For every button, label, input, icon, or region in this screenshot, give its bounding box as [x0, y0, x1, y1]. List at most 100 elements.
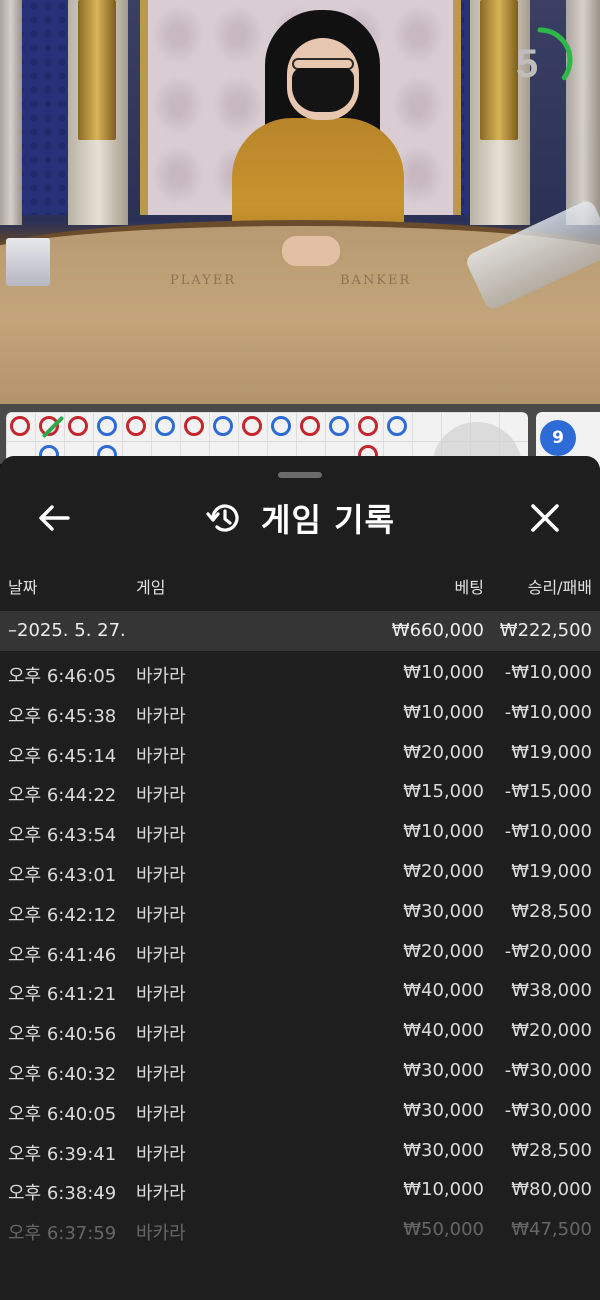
row-time: 오후 6:40:32 [8, 1063, 117, 1085]
row-game: 바카라 [136, 1183, 186, 1205]
row-result: ₩38,000 [511, 980, 592, 1002]
side-badge: 9 [540, 420, 576, 456]
row-game: 바카라 [136, 944, 186, 966]
sheet-title: 게임 기록 [261, 501, 395, 539]
row-time: 오후 6:41:46 [8, 944, 117, 966]
row-time: 오후 6:41:21 [8, 984, 117, 1006]
row-result: ₩19,000 [511, 860, 592, 882]
bead-banker [358, 416, 378, 436]
row-bet: ₩20,000 [403, 940, 484, 962]
countdown-seconds: 5 [515, 42, 539, 86]
close-button[interactable] [525, 498, 565, 538]
date-group-bet-total: ₩660,000 [391, 620, 484, 641]
row-game: 바카라 [136, 864, 186, 886]
row-bet: ₩10,000 [403, 1179, 484, 1201]
pillar-edge-left [0, 0, 22, 225]
row-bet: ₩30,000 [403, 900, 484, 922]
row-result: ₩19,000 [511, 741, 592, 763]
row-bet: ₩15,000 [403, 781, 484, 803]
row-result: -₩20,000 [504, 940, 592, 962]
row-result: ₩28,500 [511, 1139, 592, 1161]
bead-player [213, 416, 233, 436]
date-group-label: –2025. 5. 27. [8, 620, 126, 641]
bead-banker [300, 416, 320, 436]
row-time: 오후 6:44:22 [8, 785, 117, 807]
table-row[interactable]: 오후 6:42:12 바카라 ₩30,000 ₩28,500 [0, 892, 600, 932]
drag-handle[interactable] [278, 472, 322, 478]
row-result: ₩28,500 [511, 900, 592, 922]
sheet-header: 게임 기록 [0, 496, 600, 540]
table-row[interactable]: 오후 6:46:05 바카라 ₩10,000 -₩10,000 [0, 653, 600, 693]
bead-banker [184, 416, 204, 436]
row-result: -₩10,000 [504, 701, 592, 723]
row-result: -₩10,000 [504, 821, 592, 843]
row-game: 바카라 [136, 745, 186, 767]
bead-player [97, 416, 117, 436]
table-row[interactable]: 오후 6:43:01 바카라 ₩20,000 ₩19,000 [0, 852, 600, 892]
bead-banker [10, 416, 30, 436]
col-game-header: 게임 [136, 578, 166, 597]
row-bet: ₩10,000 [403, 821, 484, 843]
table-row[interactable]: 오후 6:44:22 바카라 ₩15,000 -₩15,000 [0, 772, 600, 812]
row-time: 오후 6:45:38 [8, 705, 117, 727]
row-time: 오후 6:42:12 [8, 904, 117, 926]
row-result: -₩10,000 [504, 662, 592, 683]
bead-player [387, 416, 407, 436]
date-group-row[interactable]: –2025. 5. 27. ₩660,000 ₩222,500 [0, 611, 600, 651]
row-game: 바카라 [136, 1103, 186, 1125]
game-history-sheet: 게임 기록 날짜 게임 베팅 승리/패배 –2025. 5. 27. ₩660,… [0, 456, 600, 1300]
bead-banker [242, 416, 262, 436]
row-game: 바카라 [136, 1143, 186, 1165]
table-row[interactable]: 오후 6:41:21 바카라 ₩40,000 ₩38,000 [0, 971, 600, 1011]
table-row[interactable]: 오후 6:45:38 바카라 ₩10,000 -₩10,000 [0, 693, 600, 733]
roadmap-strip: 9 [0, 404, 600, 512]
row-time: 오후 6:38:49 [8, 1183, 117, 1205]
row-result: ₩20,000 [511, 1020, 592, 1042]
table-row[interactable]: 오후 6:41:46 바카라 ₩20,000 -₩20,000 [0, 932, 600, 972]
row-time: 오후 6:39:41 [8, 1143, 117, 1165]
row-bet: ₩30,000 [403, 1099, 484, 1121]
table-row[interactable]: 오후 6:43:54 바카라 ₩10,000 -₩10,000 [0, 812, 600, 852]
table-row[interactable]: 오후 6:38:49 바카라 ₩10,000 ₩80,000 [0, 1170, 600, 1210]
row-result: ₩80,000 [511, 1179, 592, 1201]
table-row[interactable]: 오후 6:40:05 바카라 ₩30,000 -₩30,000 [0, 1091, 600, 1131]
table-row[interactable]: 오후 6:37:59 바카라 ₩50,000 ₩47,500 [0, 1210, 600, 1250]
table-row[interactable]: 오후 6:45:14 바카라 ₩20,000 ₩19,000 [0, 733, 600, 773]
row-game: 바카라 [136, 705, 186, 727]
row-bet: ₩30,000 [403, 1059, 484, 1081]
table-banker-label: BANKER [340, 273, 412, 288]
bead-banker [68, 416, 88, 436]
table-row[interactable]: 오후 6:40:32 바카라 ₩30,000 -₩30,000 [0, 1051, 600, 1091]
dealer-mask [292, 68, 354, 112]
discard-tray [6, 238, 50, 286]
row-bet: ₩50,000 [403, 1219, 484, 1241]
row-game: 바카라 [136, 666, 186, 687]
row-game: 바카라 [136, 1063, 186, 1085]
row-time: 오후 6:40:56 [8, 1024, 117, 1046]
bead-player [271, 416, 291, 436]
dealer-hands [282, 236, 340, 266]
row-result: -₩15,000 [504, 781, 592, 803]
row-bet: ₩40,000 [403, 980, 484, 1002]
row-game: 바카라 [136, 904, 186, 926]
row-bet: ₩20,000 [403, 860, 484, 882]
row-bet: ₩20,000 [403, 741, 484, 763]
row-game: 바카라 [136, 1024, 186, 1046]
row-time: 오후 6:43:54 [8, 825, 117, 847]
bead-banker [126, 416, 146, 436]
row-bet: ₩10,000 [403, 662, 484, 683]
col-winloss-header: 승리/패배 [527, 578, 592, 597]
live-video: PLAYER BANKER 5 [0, 0, 600, 404]
history-rows: 오후 6:46:05 바카라 ₩10,000 -₩10,000 오후 6:45:38 바카… [0, 653, 600, 1250]
table-row[interactable]: 오후 6:40:56 바카라 ₩40,000 ₩20,000 [0, 1011, 600, 1051]
table-row[interactable]: 오후 6:39:41 바카라 ₩30,000 ₩28,500 [0, 1131, 600, 1171]
row-time: 오후 6:46:05 [8, 666, 117, 687]
row-bet: ₩30,000 [403, 1139, 484, 1161]
date-group-winloss-total: ₩222,500 [499, 620, 592, 641]
bead-player [329, 416, 349, 436]
row-time: 오후 6:43:01 [8, 864, 117, 886]
col-date-header: 날짜 [8, 578, 38, 597]
pillar-ornament-left [78, 0, 116, 140]
row-time: 오후 6:40:05 [8, 1103, 117, 1125]
row-bet: ₩40,000 [403, 1020, 484, 1042]
